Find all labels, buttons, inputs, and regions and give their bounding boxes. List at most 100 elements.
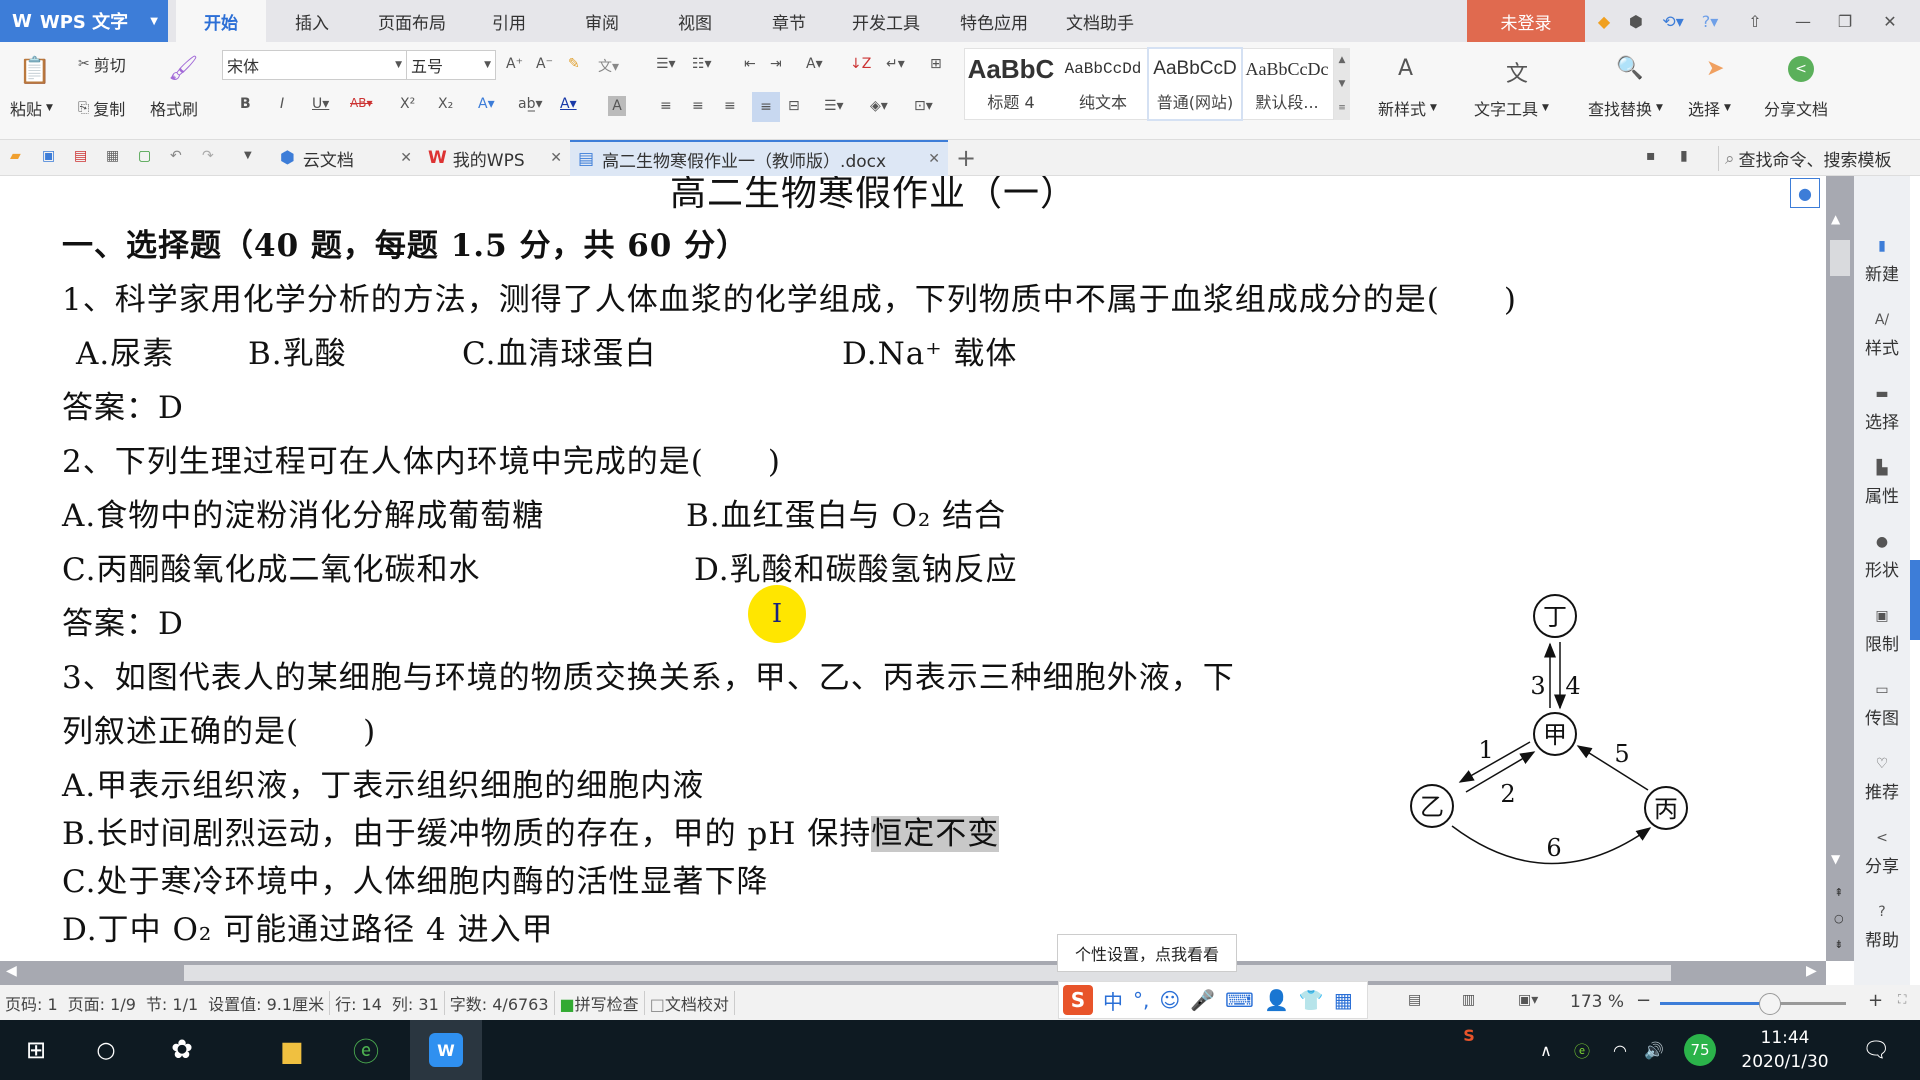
menu-tab-developer[interactable]: 开发工具 xyxy=(840,0,932,42)
print-icon[interactable]: ▦ xyxy=(106,148,119,164)
zoom-out-button[interactable]: − xyxy=(1636,990,1651,1011)
borders-icon[interactable]: ⊡▾ xyxy=(914,98,933,114)
scroll-up-arrow[interactable]: ▲ xyxy=(1831,212,1840,226)
page-nav-buttons[interactable]: ⇞ ○ ⇟ xyxy=(1834,880,1844,958)
security-badge[interactable]: 75 xyxy=(1682,1020,1718,1080)
close-tab-icon[interactable]: ✕ xyxy=(400,150,412,166)
tab-my-wps[interactable]: W 我的WPS ✕ xyxy=(420,140,570,176)
side-new[interactable]: ▮ 新建 xyxy=(1854,238,1910,285)
wps-taskbar-button[interactable]: W xyxy=(410,1020,482,1080)
web-view-icon[interactable]: ▥ xyxy=(1462,992,1475,1008)
font-color-icon[interactable]: A▾ xyxy=(560,96,577,112)
side-style[interactable]: A/样式 xyxy=(1854,312,1910,359)
eye-protect-icon[interactable]: ▣▾ xyxy=(1518,992,1538,1008)
menu-tab-page-layout[interactable]: 页面布局 xyxy=(362,0,462,42)
clear-format-icon[interactable]: ✎ xyxy=(568,56,580,72)
spell-check-toggle[interactable]: ■拼写检查 xyxy=(555,990,645,1015)
grow-font-icon[interactable]: A⁺ xyxy=(506,56,523,72)
pinyin-icon[interactable]: 文▾ xyxy=(598,56,619,76)
menu-tab-insert[interactable]: 插入 xyxy=(270,0,354,42)
menu-tab-view[interactable]: 视图 xyxy=(656,0,734,42)
table-border-icon[interactable]: ⊞ xyxy=(930,56,942,72)
style-normal-web[interactable]: AaBbCcD 普通(网站) xyxy=(1147,47,1243,121)
new-tab-button[interactable]: + xyxy=(956,144,976,172)
open-icon[interactable]: ▰ xyxy=(10,148,21,164)
skin-icon[interactable]: 👕 xyxy=(1299,988,1324,1012)
export-pdf-icon[interactable]: ▤ xyxy=(74,148,87,164)
print-preview-icon[interactable]: ▢ xyxy=(138,148,151,164)
show-hidden-icons[interactable]: ∧ xyxy=(1534,1020,1558,1080)
vertical-scrollbar[interactable] xyxy=(1826,176,1854,961)
style-plain-text[interactable]: AaBbCcDd 纯文本 xyxy=(1057,49,1149,119)
scroll-right-arrow[interactable]: ▶ xyxy=(1806,963,1817,979)
sort-icon[interactable]: ↓Z xyxy=(850,56,871,72)
undo-icon[interactable]: ↶ xyxy=(170,148,182,164)
show-marks-icon[interactable]: ↵▾ xyxy=(886,56,905,72)
scroll-down-arrow[interactable]: ▼ xyxy=(1831,852,1840,866)
format-painter-button[interactable]: 格式刷 xyxy=(150,96,198,120)
copy-button[interactable]: ⎘ 复制 xyxy=(78,96,125,120)
tab-cloud-docs[interactable]: ⬢ 云文档 ✕ xyxy=(272,140,420,176)
side-panel-toggle[interactable] xyxy=(1910,560,1920,640)
text-tools-button[interactable]: 文字工具 ▼ xyxy=(1474,96,1549,120)
emoji-icon[interactable]: ☺ xyxy=(1159,988,1180,1012)
char-shading-icon[interactable]: A xyxy=(608,96,626,116)
subscript-button[interactable]: X₂ xyxy=(438,96,453,112)
new-style-button[interactable]: 新样式 ▼ xyxy=(1378,96,1437,120)
distributed-align-button[interactable]: ⊟ xyxy=(788,98,800,114)
side-upload-image[interactable]: ▭ 传图 xyxy=(1854,682,1910,729)
backup-icon[interactable]: ⟲▾ xyxy=(1655,0,1691,42)
side-share[interactable]: < 分享 xyxy=(1854,830,1910,877)
browser-icon[interactable]: ◆ xyxy=(1590,0,1618,42)
location-pin-icon[interactable]: ● xyxy=(1790,178,1820,208)
align-center-button[interactable]: ≡ xyxy=(692,98,704,114)
zoom-in-button[interactable]: + xyxy=(1868,990,1883,1011)
style-gallery-scroll[interactable]: ▲ ▼ ≡ xyxy=(1334,48,1350,120)
task-app-icon[interactable]: ✿ xyxy=(158,1020,206,1080)
close-tab-icon[interactable]: ✕ xyxy=(928,151,940,167)
keyboard-icon[interactable]: ⌨ xyxy=(1225,988,1254,1012)
present-icon[interactable]: ▪ xyxy=(1646,148,1656,164)
format-painter-icon[interactable]: 🖌 xyxy=(168,54,198,82)
menu-tab-doc-assistant[interactable]: 文档助手 xyxy=(1050,0,1150,42)
zoom-slider-thumb[interactable] xyxy=(1758,993,1781,1015)
wifi-icon[interactable]: ◠ xyxy=(1606,1020,1634,1080)
text-effect-icon[interactable]: A▾ xyxy=(478,96,495,112)
status-page[interactable]: 页面: 1/9 xyxy=(63,991,141,1015)
search-command-input[interactable]: ⌕ 查找命令、搜索模板 xyxy=(1718,146,1892,171)
cortana-button[interactable]: ○ xyxy=(84,1020,128,1080)
menu-tab-review[interactable]: 审阅 xyxy=(563,0,641,42)
start-button[interactable]: ⊞ xyxy=(14,1020,58,1080)
menu-tab-chapter[interactable]: 章节 xyxy=(750,0,828,42)
app-menu-button[interactable]: W WPS 文字 ▼ xyxy=(0,0,168,42)
volume-icon[interactable]: 🔊 xyxy=(1640,1020,1668,1080)
close-button[interactable]: ✕ xyxy=(1875,0,1905,42)
horizontal-scroll-thumb[interactable] xyxy=(184,965,1671,981)
side-help[interactable]: ? 帮助 xyxy=(1854,904,1910,951)
help-icon[interactable]: ?▾ xyxy=(1692,0,1728,42)
paste-button[interactable]: 粘贴 ▼ xyxy=(10,96,53,120)
select-button[interactable]: 选择 ▼ xyxy=(1688,96,1731,120)
side-properties[interactable]: ▙ 属性 xyxy=(1854,460,1910,507)
voice-icon[interactable]: 🎤 xyxy=(1190,988,1215,1012)
save-icon[interactable]: ▣ xyxy=(42,148,55,164)
menu-tab-home[interactable]: 开始 xyxy=(176,0,266,42)
bullet-list-icon[interactable]: ☰▾ xyxy=(656,56,676,72)
highlight-icon[interactable]: ab̲▾ xyxy=(518,96,543,112)
file-explorer-icon[interactable]: ▆ xyxy=(268,1020,316,1080)
side-select[interactable]: ▬ 选择 xyxy=(1854,386,1910,433)
bold-button[interactable]: B xyxy=(240,96,251,112)
fit-window-icon[interactable]: ⛶ xyxy=(1898,992,1906,1007)
align-left-button[interactable]: ≡ xyxy=(660,98,672,114)
minimize-button[interactable]: — xyxy=(1788,0,1818,42)
redo-icon[interactable]: ↷ xyxy=(202,148,214,164)
outline-view-icon[interactable]: ▤ xyxy=(1408,992,1421,1008)
italic-button[interactable]: I xyxy=(280,96,284,112)
vertical-scroll-thumb[interactable] xyxy=(1830,240,1850,276)
side-restrict[interactable]: ▣ 限制 xyxy=(1854,608,1910,655)
style-heading4[interactable]: AaBbC 标题 4 xyxy=(965,49,1057,119)
justify-button[interactable]: ≡ xyxy=(752,92,780,122)
find-replace-button[interactable]: 查找替换 ▼ xyxy=(1588,96,1663,120)
tray-browser-icon[interactable]: ⓔ xyxy=(1568,1020,1596,1080)
browser-taskbar-icon[interactable]: ⓔ xyxy=(342,1020,390,1080)
